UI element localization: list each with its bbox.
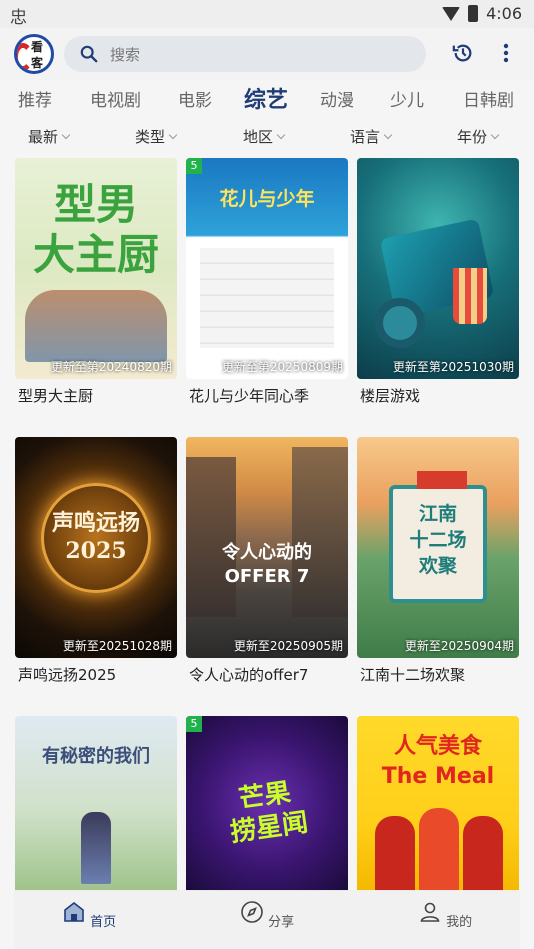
nav-profile[interactable]: 我的	[415, 900, 475, 930]
nav-share[interactable]: 分享	[237, 900, 297, 930]
update-label: 更新至20250904期	[404, 639, 514, 653]
show-title: 令人心动的offer7	[189, 666, 309, 684]
show-poster: 江南 十二场 欢聚 更新至20250904期	[357, 437, 519, 658]
more-menu-icon[interactable]	[500, 42, 512, 64]
poster-art-text: 花儿与少年	[219, 188, 315, 210]
show-title: 江南十二场欢聚	[360, 666, 466, 684]
episode-badge: 5	[186, 716, 202, 732]
show-card[interactable]: 江南 十二场 欢聚 更新至20250904期 江南十二场欢聚	[357, 437, 519, 687]
show-title: 楼层游戏	[360, 387, 421, 405]
notification-icon: 忠	[10, 8, 27, 28]
poster-art-text: 型男 大主厨	[32, 180, 159, 279]
home-icon	[64, 901, 84, 922]
update-label: 更新至20251028期	[62, 639, 172, 653]
show-card[interactable]: 人气美食 The Meal	[357, 716, 519, 891]
show-card[interactable]: 令人心动的 OFFER 7 更新至20250905期 令人心动的offer7	[186, 437, 348, 687]
tab-movie[interactable]: 电影	[178, 86, 212, 111]
show-card[interactable]: 更新至第20251030期 楼层游戏	[357, 158, 519, 408]
wifi-icon	[442, 6, 461, 21]
show-card[interactable]: 5 花儿与少年 更新至第20250809期 花儿与少年同心季	[186, 158, 348, 408]
show-poster: 5 花儿与少年 更新至第20250809期	[186, 158, 348, 379]
show-title: 花儿与少年同心季	[189, 387, 310, 405]
history-icon[interactable]	[452, 42, 474, 64]
show-title: 声鸣远扬2025	[18, 666, 117, 684]
app-logo[interactable]: 看客	[14, 34, 54, 74]
user-icon	[420, 902, 440, 922]
bottom-nav: 首页 分享 我的	[14, 890, 520, 949]
show-poster: 声鸣远扬 2025 更新至20251028期	[15, 437, 177, 658]
tab-kids[interactable]: 少儿	[390, 86, 424, 111]
update-label: 更新至第20251030期	[392, 360, 514, 374]
battery-icon	[468, 5, 479, 22]
search-placeholder: 搜索	[110, 45, 141, 64]
chevron-down-icon	[383, 130, 393, 139]
chevron-down-icon	[168, 130, 178, 139]
show-poster: 有秘密的我们	[15, 716, 177, 891]
top-bar: 看客 搜索	[0, 28, 534, 80]
update-label: 更新至第20240820期	[50, 360, 172, 374]
chevron-down-icon	[276, 130, 286, 139]
update-label: 更新至20250905期	[233, 639, 343, 653]
category-tabs: 推荐 电视剧 电影 综艺 动漫 少儿 日韩剧	[0, 82, 534, 116]
nav-home[interactable]: 首页	[59, 900, 119, 930]
show-card[interactable]: 5 芒果 捞星闻	[186, 716, 348, 891]
search-input[interactable]: 搜索	[64, 36, 426, 72]
show-poster: 型男 大主厨 更新至第20240820期	[15, 158, 177, 379]
filter-year[interactable]: 年份	[457, 126, 500, 147]
tab-variety[interactable]: 综艺	[244, 82, 288, 114]
filter-type[interactable]: 类型	[135, 126, 178, 147]
show-poster: 令人心动的 OFFER 7 更新至20250905期	[186, 437, 348, 658]
show-card[interactable]: 有秘密的我们	[15, 716, 177, 891]
episode-badge: 5	[186, 158, 202, 174]
tab-anime[interactable]: 动漫	[320, 86, 354, 111]
show-poster: 人气美食 The Meal	[357, 716, 519, 891]
status-bar: 忠 4:06	[0, 0, 534, 28]
update-label: 更新至第20250809期	[221, 360, 343, 374]
tab-tv-series[interactable]: 电视剧	[90, 86, 141, 111]
compass-icon	[241, 901, 263, 923]
filter-region[interactable]: 地区	[243, 126, 286, 147]
show-poster: 更新至第20251030期	[357, 158, 519, 379]
poster-art-text: 人气美食 The Meal	[381, 734, 495, 789]
filter-language[interactable]: 语言	[350, 126, 393, 147]
poster-art-text: 有秘密的我们	[42, 746, 150, 767]
poster-art-text: 令人心动的 OFFER 7	[222, 542, 312, 587]
poster-art-text: 芒果 捞星闻	[228, 777, 310, 849]
chevron-down-icon	[61, 130, 71, 139]
poster-art-text: 江南 十二场 欢聚	[409, 503, 467, 577]
search-icon	[80, 45, 98, 63]
show-card[interactable]: 声鸣远扬 2025 更新至20251028期 声鸣远扬2025	[15, 437, 177, 687]
status-time: 4:06	[486, 4, 522, 23]
show-poster: 5 芒果 捞星闻	[186, 716, 348, 891]
chevron-down-icon	[490, 130, 500, 139]
tab-recommend[interactable]: 推荐	[18, 86, 52, 111]
filter-bar: 最新 类型 地区 语言 年份	[0, 124, 534, 150]
filter-latest[interactable]: 最新	[28, 126, 71, 147]
poster-art-text: 声鸣远扬 2025	[51, 510, 140, 564]
show-title: 型男大主厨	[18, 387, 94, 405]
tab-jk-drama[interactable]: 日韩剧	[463, 86, 514, 111]
show-card[interactable]: 型男 大主厨 更新至第20240820期 型男大主厨	[15, 158, 177, 408]
